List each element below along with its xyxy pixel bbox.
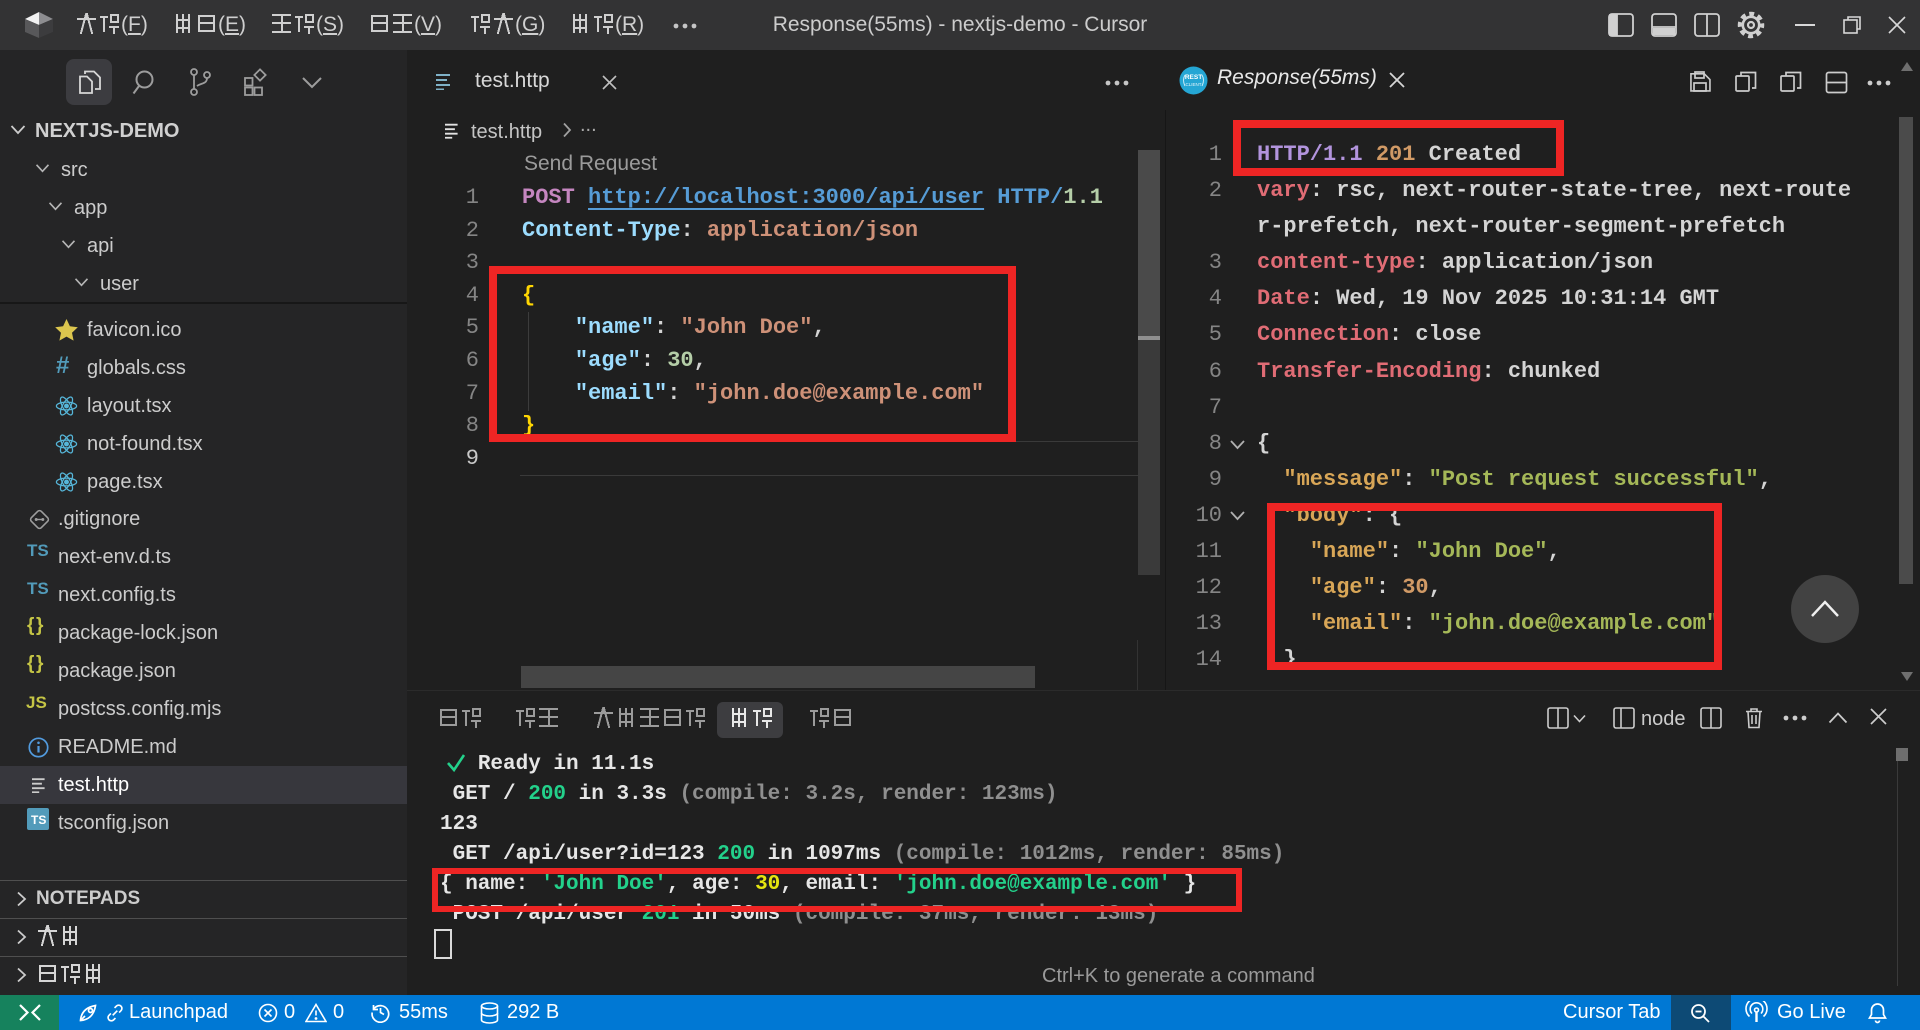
svg-text:CLIENT: CLIENT: [1185, 82, 1201, 87]
svg-text:REST: REST: [1185, 74, 1202, 81]
